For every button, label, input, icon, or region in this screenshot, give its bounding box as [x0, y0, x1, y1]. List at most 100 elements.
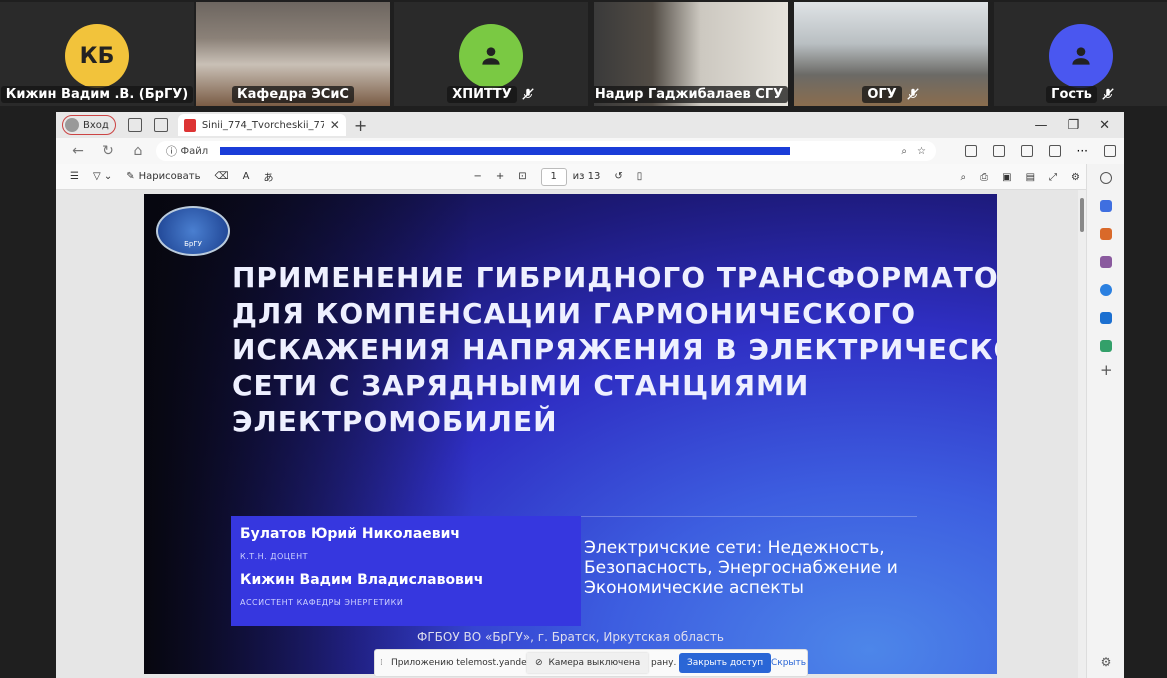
sidebar-settings-icon[interactable]: ⚙	[1100, 656, 1112, 668]
title-line: ЭЛЕКТРОМОБИЛЕЙ	[232, 405, 558, 438]
pdf-settings-icon[interactable]: ⚙	[1071, 172, 1080, 183]
slide-title: ПРИМЕНЕНИЕ ГИБРИДНОГО ТРАНСФОРМАТОРА ДЛЯ…	[232, 260, 997, 440]
logo-text: БрГУ	[184, 240, 202, 248]
split-screen-icon[interactable]	[964, 145, 977, 157]
print-icon[interactable]: ⎙	[980, 172, 988, 183]
fit-page-icon[interactable]: ⊡	[518, 171, 526, 182]
drop-icon[interactable]	[1100, 340, 1112, 352]
page-view-icon[interactable]: ▯	[637, 171, 643, 182]
title-line: ДЛЯ КОМПЕНСАЦИИ ГАРМОНИЧЕСКОГО	[232, 297, 917, 330]
screen-share-notice: ⁞ Приложению telemost.yandex.ru п ⊘ Каме…	[374, 649, 808, 677]
conference-topic: Электричские сети: Недежность, Безопасно…	[584, 538, 974, 598]
avatar	[459, 24, 523, 88]
author-role: К.Т.Н. ДОЦЕНТ	[240, 552, 308, 561]
sidebar-toggle-icon[interactable]	[1104, 145, 1116, 157]
search-icon[interactable]: ⌕	[961, 172, 967, 183]
participant-strip: КБ Кижин Вадим .В. (БрГУ) Кафедра ЭСиС Х…	[0, 0, 1167, 108]
tab-pdf[interactable]: Sinii_774_Tvorcheskii_774_Gradie ✕	[177, 114, 346, 136]
participant-tile[interactable]: Гость	[994, 2, 1167, 106]
slide-footer: ФГБОУ ВО «БрГУ», г. Братск, Иркутская об…	[417, 630, 724, 644]
profile-label: Вход	[83, 119, 109, 131]
camera-off-icon: ⊘	[535, 658, 543, 668]
menu-icon[interactable]: ···	[1077, 144, 1088, 158]
eraser-icon[interactable]: ⌫	[214, 171, 228, 182]
zoom-in-icon[interactable]: +	[496, 171, 504, 182]
translate-icon[interactable]: あ	[263, 169, 273, 184]
refresh-icon[interactable]: ↻	[100, 143, 116, 159]
highlight-icon[interactable]: ▽ ⌄	[93, 171, 112, 182]
scroll-thumb[interactable]	[1080, 198, 1084, 232]
search-icon[interactable]	[1100, 172, 1112, 184]
author-name: Булатов Юрий Николаевич	[240, 526, 461, 542]
participant-name: Кижин Вадим .В. (БрГУ)	[0, 85, 194, 103]
add-sidebar-icon[interactable]: +	[1100, 363, 1113, 378]
mic-muted-icon	[522, 88, 534, 100]
shared-browser-window: Вход Sinii_774_Tvorcheskii_774_Gradie ✕ …	[56, 112, 1124, 678]
topic-line: Безопасность, Энергоснабжение и	[584, 558, 898, 578]
stop-sharing-button[interactable]: Закрыть доступ	[679, 653, 772, 673]
participant-tile[interactable]: КБ Кижин Вадим .В. (БрГУ)	[0, 2, 194, 106]
authors-box: Булатов Юрий Николаевич К.Т.Н. ДОЦЕНТ Ки…	[231, 516, 581, 626]
favorites-icon[interactable]	[992, 145, 1005, 157]
restore-icon[interactable]: ❐	[1067, 118, 1079, 133]
draw-button[interactable]: Нарисовать	[139, 171, 201, 182]
page-total: из 13	[572, 171, 601, 182]
participant-tile[interactable]: Надир Гаджибалаев СГУ	[594, 2, 788, 106]
participant-name: Надир Гаджибалаев СГУ	[594, 85, 788, 103]
tab-title: Sinii_774_Tvorcheskii_774_Gradie	[201, 119, 324, 131]
workspaces-icon[interactable]	[127, 118, 142, 132]
back-icon[interactable]: ←	[70, 143, 86, 159]
draw-icon[interactable]: ✎	[126, 171, 134, 182]
save-as-icon[interactable]: ▤	[1026, 172, 1035, 183]
close-window-icon[interactable]: ✕	[1099, 118, 1110, 133]
screen: КБ Кижин Вадим .В. (БрГУ) Кафедра ЭСиС Х…	[0, 0, 1167, 678]
rotate-icon[interactable]: ↺	[614, 171, 622, 182]
notice-text: Приложению telemost.yandex.ru п	[391, 658, 531, 668]
title-line: ПРИМЕНЕНИЕ ГИБРИДНОГО ТРАНСФОРМАТОРА	[232, 261, 997, 294]
outlook-icon[interactable]	[1100, 312, 1112, 324]
contents-icon[interactable]: ☰	[70, 171, 79, 182]
author-role: АССИСТЕНТ КАФЕДРЫ ЭНЕРГЕТИКИ	[240, 598, 404, 607]
toolbar-icons: ···	[964, 138, 1116, 164]
window-controls: — ❐ ✕	[1034, 112, 1124, 138]
zoom-icon[interactable]: ⌕	[901, 146, 907, 157]
page-number-input[interactable]: 1	[540, 167, 567, 186]
favorite-icon[interactable]: ☆	[917, 146, 926, 157]
participant-name: Гость	[1046, 85, 1097, 103]
vertical-scrollbar[interactable]	[1078, 190, 1086, 678]
participant-tile[interactable]: ХПИТТУ	[394, 2, 588, 106]
url-scheme: Файл	[180, 145, 209, 157]
participant-name: ОГУ	[862, 85, 902, 103]
toolbox-icon[interactable]	[1100, 228, 1112, 240]
home-icon[interactable]: ⌂	[130, 143, 146, 159]
address-bar[interactable]: ⓘ Файл ⌕ ☆	[156, 141, 936, 161]
address-bar-row: ← ↻ ⌂ ⓘ Файл ⌕ ☆ ···	[56, 138, 1124, 164]
slide: БрГУ ПРИМЕНЕНИЕ ГИБРИДНОГО ТРАНСФОРМАТОР…	[144, 194, 997, 674]
drag-handle-icon[interactable]: ⁞	[380, 658, 383, 668]
new-tab-icon[interactable]: +	[354, 116, 367, 135]
participant-tile[interactable]: Кафедра ЭСиС	[196, 2, 390, 106]
participant-name: Кафедра ЭСиС	[232, 85, 354, 103]
fullscreen-icon[interactable]: ⤢	[1049, 172, 1057, 183]
extensions-icon[interactable]	[1048, 145, 1061, 157]
collections-icon[interactable]	[1020, 145, 1033, 157]
zoom-out-icon[interactable]: −	[473, 171, 481, 182]
camera-status: ⊘ Камера выключена	[527, 653, 649, 673]
save-icon[interactable]: ▣	[1002, 172, 1011, 183]
profile-button[interactable]: Вход	[62, 115, 116, 135]
mic-muted-icon	[906, 88, 919, 100]
close-tab-icon[interactable]: ✕	[330, 118, 340, 132]
participant-tile[interactable]: ОГУ	[794, 2, 988, 106]
pdf-toolbar: ☰ ▽ ⌄ ✎ Нарисовать ⌫ A あ − + ⊡ 1 из 13 ↺…	[56, 164, 1086, 190]
tab-actions-icon[interactable]	[153, 118, 168, 132]
title-line: ИСКАЖЕНИЯ НАПРЯЖЕНИЯ В ЭЛЕКТРИЧЕСКОЙ	[232, 333, 997, 366]
minimize-icon[interactable]: —	[1034, 118, 1047, 133]
pdf-viewer: БрГУ ПРИМЕНЕНИЕ ГИБРИДНОГО ТРАНСФОРМАТОР…	[56, 190, 1086, 678]
hide-link[interactable]: Скрыть	[771, 658, 806, 668]
games-icon[interactable]	[1100, 256, 1112, 268]
person-icon	[1071, 47, 1090, 65]
tag-icon[interactable]	[1100, 200, 1112, 212]
read-aloud-icon[interactable]: A	[243, 171, 250, 182]
avatar: КБ	[65, 24, 129, 88]
copilot-icon[interactable]	[1100, 284, 1112, 296]
